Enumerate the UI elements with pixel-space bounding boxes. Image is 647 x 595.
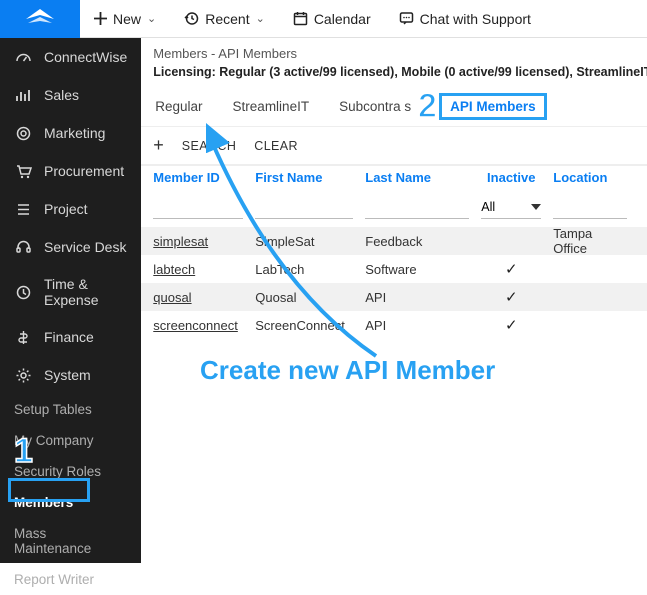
add-button[interactable]: +	[153, 135, 164, 156]
target-icon	[14, 124, 32, 142]
col-memberid[interactable]: Member ID	[141, 170, 249, 185]
cell-inactive: ✓	[475, 316, 547, 334]
sidebar-label: System	[44, 367, 91, 383]
tabs-row: Regular StreamlineIT Subcontra s API Mem…	[141, 87, 647, 127]
cell-inactive: ✓	[475, 288, 547, 306]
new-label: New	[113, 11, 141, 27]
cell-inactive: ✓	[475, 260, 547, 278]
cell-lastname: API	[359, 290, 475, 305]
sidebar-sub-setuptables[interactable]: Setup Tables	[0, 394, 141, 425]
member-link[interactable]: screenconnect	[153, 318, 238, 333]
tab-subcontractors[interactable]: Subcontra s	[337, 93, 413, 120]
calendar-button[interactable]: Calendar	[279, 0, 385, 38]
cell-firstname: ScreenConnect	[249, 318, 359, 333]
sidebar-sub-securityroles[interactable]: Security Roles	[0, 456, 141, 487]
new-button[interactable]: New ⌄	[80, 0, 170, 38]
sidebar-item-sales[interactable]: Sales	[0, 76, 141, 114]
sidebar-item-system[interactable]: System	[0, 356, 141, 394]
cell-location: Tampa Office	[547, 226, 627, 256]
col-firstname[interactable]: First Name	[249, 170, 359, 185]
col-location[interactable]: Location	[547, 170, 627, 185]
toolbar: + SEARCH CLEAR	[141, 127, 647, 166]
sidebar-label: Service Desk	[44, 239, 126, 255]
sidebar-item-timeexpense[interactable]: Time & Expense	[0, 266, 141, 318]
chevron-down-icon: ⌄	[147, 12, 156, 25]
main-content: Members - API Members Licensing: Regular…	[141, 38, 647, 563]
sidebar-sub-reportwriter[interactable]: Report Writer	[0, 564, 141, 595]
sidebar: ConnectWise Sales Marketing Procurement …	[0, 38, 141, 563]
filter-lastname[interactable]	[365, 195, 469, 219]
calendar-icon	[293, 11, 308, 26]
grid-header: Member ID First Name Last Name Inactive …	[141, 166, 647, 191]
search-button[interactable]: SEARCH	[182, 139, 237, 153]
table-row: screenconnect ScreenConnectAPI ✓	[141, 311, 647, 339]
filter-firstname[interactable]	[255, 195, 353, 219]
sidebar-label: Procurement	[44, 163, 124, 179]
licensing-text: Licensing: Regular (3 active/99 licensed…	[141, 63, 647, 87]
sidebar-label: ConnectWise	[44, 49, 127, 65]
filter-memberid[interactable]	[153, 195, 243, 219]
recent-label: Recent	[205, 11, 249, 27]
col-inactive[interactable]: Inactive	[475, 170, 547, 185]
recent-button[interactable]: Recent ⌄	[170, 0, 279, 38]
cell-lastname: Software	[359, 262, 475, 277]
tab-streamlineit[interactable]: StreamlineIT	[231, 93, 312, 120]
chat-icon	[399, 11, 414, 26]
sidebar-sub-members[interactable]: Members	[0, 487, 141, 518]
sidebar-item-connectwise[interactable]: ConnectWise	[0, 38, 141, 76]
check-icon: ✓	[505, 289, 518, 306]
member-link[interactable]: simplesat	[153, 234, 208, 249]
sidebar-item-project[interactable]: Project	[0, 190, 141, 228]
table-row: labtech LabTechSoftware ✓	[141, 255, 647, 283]
brand-logo[interactable]	[0, 0, 80, 38]
finance-icon	[14, 328, 32, 346]
history-icon	[184, 11, 199, 26]
chart-icon	[14, 86, 32, 104]
member-link[interactable]: labtech	[153, 262, 195, 277]
plus-icon	[94, 12, 107, 25]
sidebar-sub-mycompany[interactable]: My Company	[0, 425, 141, 456]
table-row: quosal QuosalAPI ✓	[141, 283, 647, 311]
filter-inactive[interactable]: All	[481, 195, 541, 219]
sidebar-item-marketing[interactable]: Marketing	[0, 114, 141, 152]
chevron-down-icon: ⌄	[256, 12, 265, 25]
clock-icon	[14, 283, 32, 301]
sidebar-item-procurement[interactable]: Procurement	[0, 152, 141, 190]
sidebar-label: Sales	[44, 87, 79, 103]
sidebar-label: Time & Expense	[44, 276, 127, 308]
breadcrumb: Members - API Members	[141, 38, 647, 63]
list-icon	[14, 200, 32, 218]
filter-row: All	[141, 191, 647, 227]
sidebar-item-servicedesk[interactable]: Service Desk	[0, 228, 141, 266]
meter-icon	[14, 48, 32, 66]
clear-button[interactable]: CLEAR	[254, 139, 298, 153]
check-icon: ✓	[505, 261, 518, 278]
sidebar-label: Marketing	[44, 125, 105, 141]
cart-icon	[14, 162, 32, 180]
cell-lastname: API	[359, 318, 475, 333]
col-lastname[interactable]: Last Name	[359, 170, 475, 185]
headset-icon	[14, 238, 32, 256]
gear-icon	[14, 366, 32, 384]
sidebar-item-finance[interactable]: Finance	[0, 318, 141, 356]
table-row: simplesat SimpleSatFeedback Tampa Office	[141, 227, 647, 255]
tab-regular[interactable]: Regular	[153, 93, 204, 120]
sidebar-sub-massmaintenance[interactable]: Mass Maintenance	[0, 518, 141, 564]
cell-firstname: SimpleSat	[249, 234, 359, 249]
filter-location[interactable]	[553, 195, 627, 219]
calendar-label: Calendar	[314, 11, 371, 27]
sidebar-label: Project	[44, 201, 88, 217]
cell-firstname: Quosal	[249, 290, 359, 305]
member-link[interactable]: quosal	[153, 290, 191, 305]
check-icon: ✓	[505, 317, 518, 334]
chat-support-button[interactable]: Chat with Support	[385, 0, 545, 38]
cell-firstname: LabTech	[249, 262, 359, 277]
sidebar-label: Finance	[44, 329, 94, 345]
chat-label: Chat with Support	[420, 11, 531, 27]
cell-lastname: Feedback	[359, 234, 475, 249]
tab-apimembers[interactable]: API Members	[439, 93, 547, 120]
